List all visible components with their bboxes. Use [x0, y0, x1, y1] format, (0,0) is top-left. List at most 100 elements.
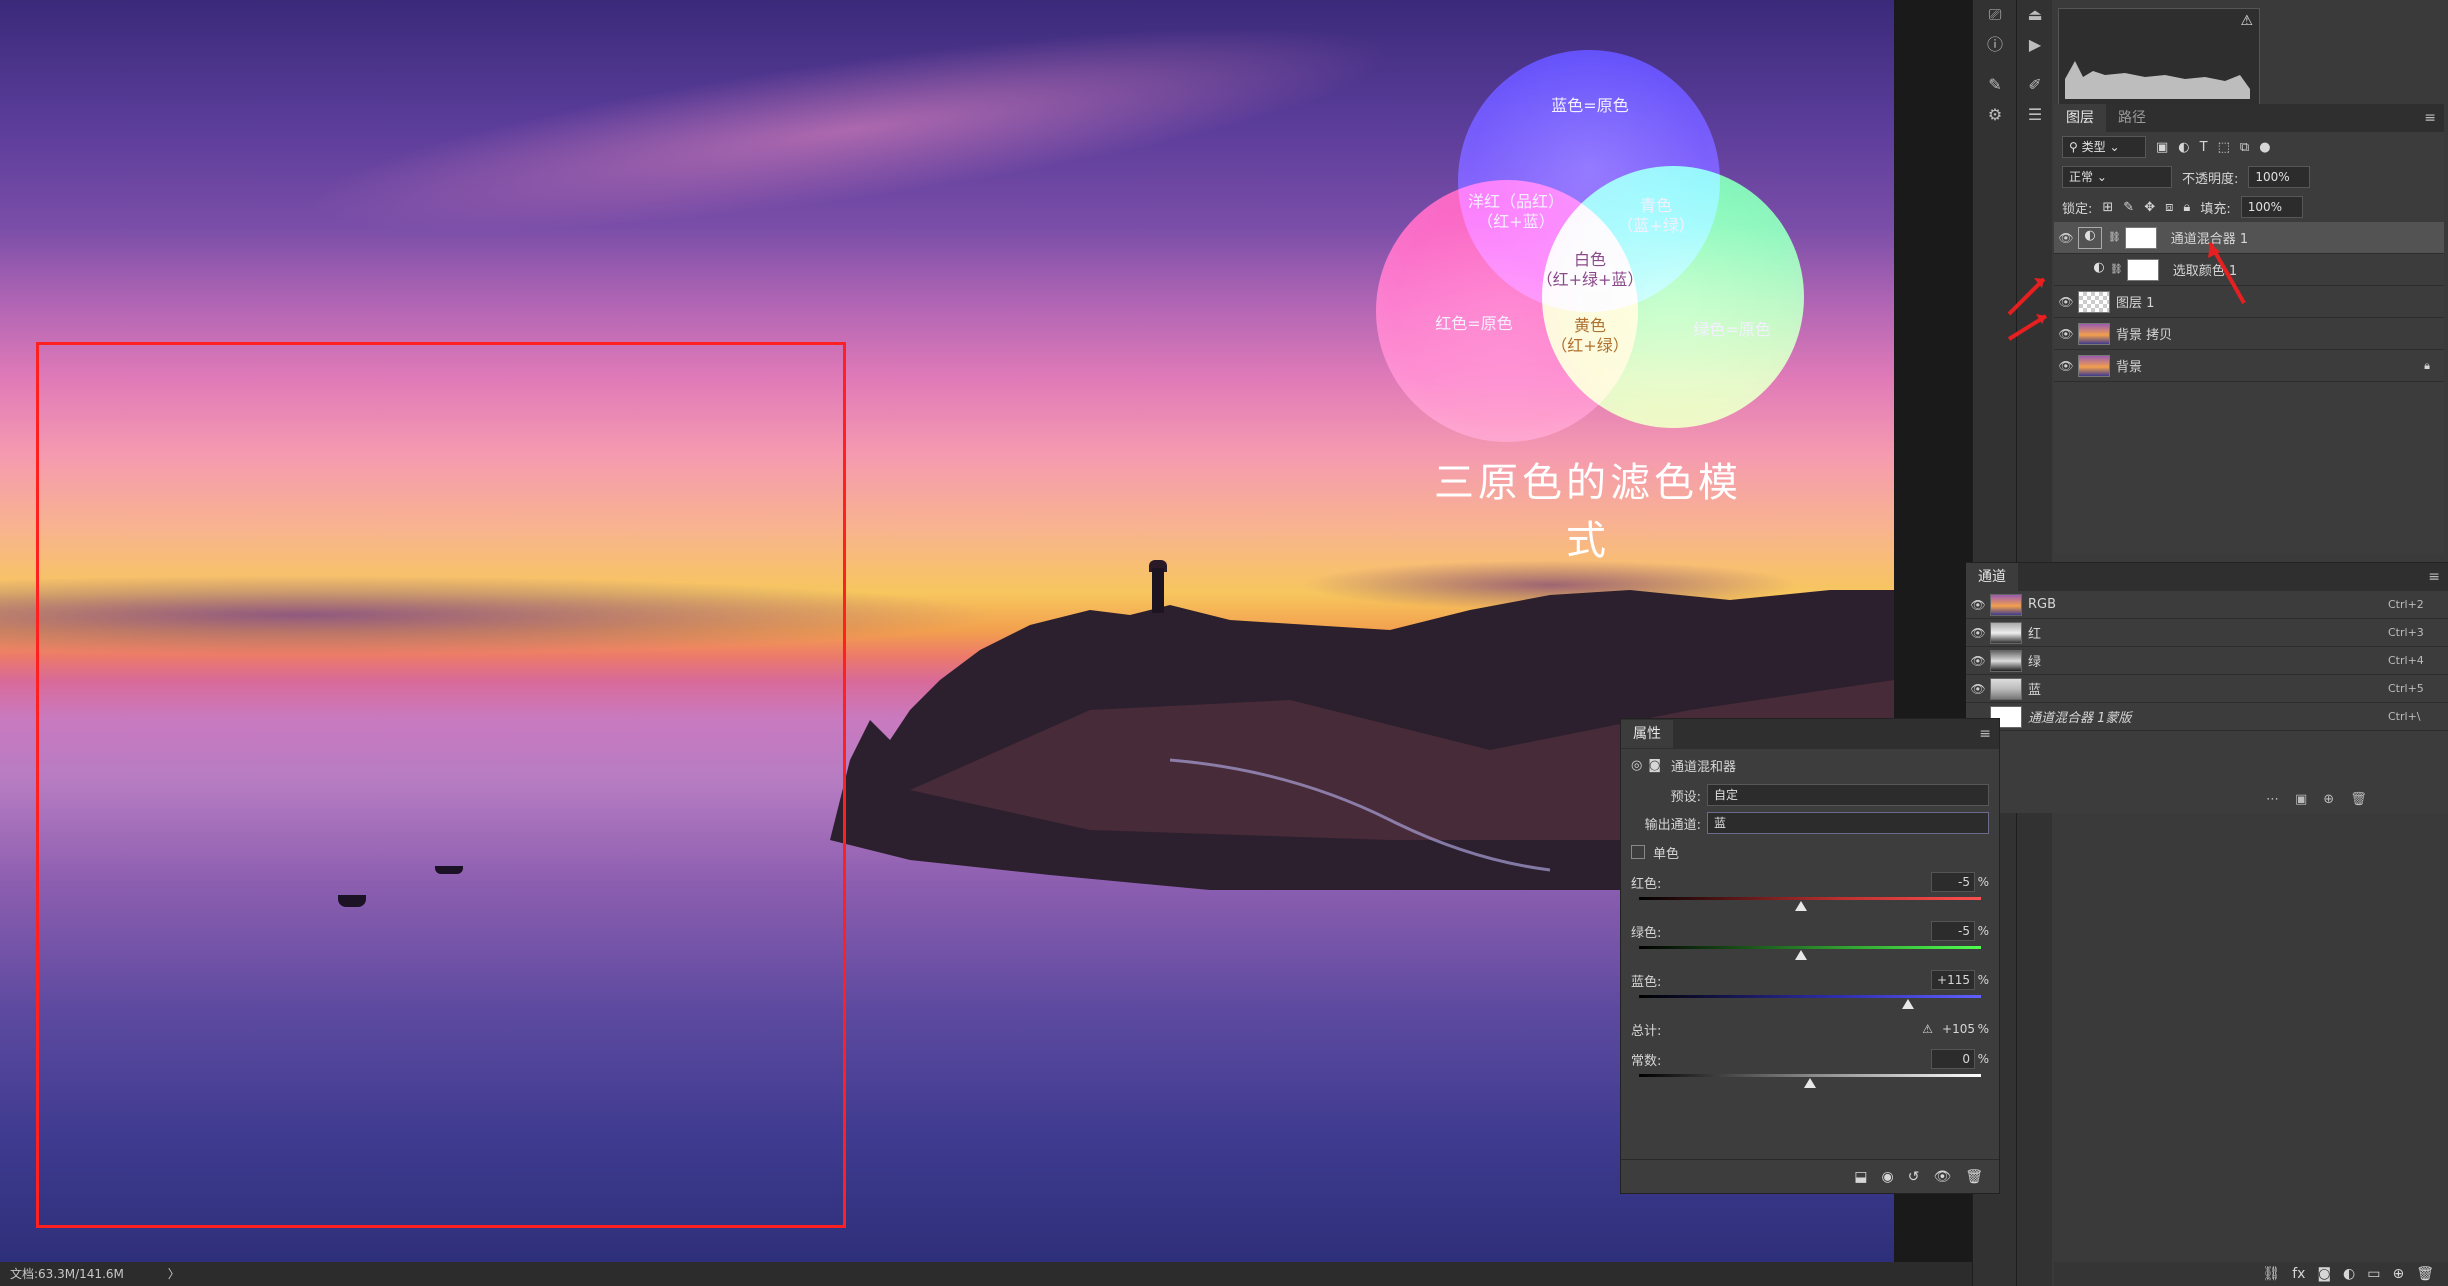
new-group-icon[interactable]: ▭ — [2367, 1266, 2380, 1282]
layers-footer: ⛓ fx ◙ ◐ ▭ ⊕ 🗑︎ — [2054, 1262, 2448, 1286]
red-slider-thumb[interactable] — [1795, 901, 1808, 911]
channel-shortcut: Ctrl+3 — [2388, 626, 2424, 639]
eye-icon[interactable]: 👁︎ — [1966, 626, 1990, 640]
doc-info[interactable]: 文档:63.3M/141.6M — [10, 1267, 124, 1281]
visibility-icon[interactable]: 👁︎ — [1933, 1169, 1951, 1185]
constant-slider-thumb[interactable] — [1804, 1078, 1816, 1088]
blend-row: 正常 ⌄ 不透明度: 100% — [2054, 162, 2444, 192]
brush-icon[interactable]: ✎ — [1973, 70, 2017, 100]
channel-row[interactable]: 通道混合器 1蒙版 Ctrl+\ — [1966, 703, 2448, 731]
reset-icon[interactable]: ↺ — [1908, 1169, 1920, 1185]
clip-to-layer-icon[interactable]: ⬓ — [1854, 1169, 1867, 1185]
lock-icon: 🔒︎ — [2424, 358, 2430, 372]
tab-properties[interactable]: 属性 — [1621, 720, 1673, 748]
constant-row: 常数: 0 % — [1621, 1044, 1999, 1074]
mono-label: 单色 — [1653, 846, 1680, 862]
play-icon[interactable]: ▶ — [2017, 30, 2053, 60]
info-icon[interactable]: ⓘ — [1973, 30, 2017, 60]
blue-slider-thumb[interactable] — [1902, 999, 1915, 1009]
total-value: +105 — [1942, 1022, 1975, 1036]
properties-title: 通道混和器 — [1670, 759, 1736, 775]
panel-menu-icon[interactable]: ≡ — [1979, 726, 1999, 742]
delete-icon[interactable]: 🗑︎ — [1965, 1169, 1983, 1185]
green-input[interactable]: -5 — [1931, 921, 1975, 941]
eye-icon[interactable]: 👁︎ — [1966, 682, 1990, 696]
lock-transparent-icon[interactable]: ⊞ — [2102, 200, 2113, 215]
channel-row[interactable]: 👁︎ 红 Ctrl+3 — [1966, 619, 2448, 647]
save-selection-icon[interactable]: ▣ — [2295, 792, 2307, 807]
new-channel-icon[interactable]: ⊕ — [2323, 792, 2334, 807]
status-arrow-icon[interactable]: 〉 — [168, 1267, 180, 1281]
delete-layer-icon[interactable]: 🗑︎ — [2416, 1266, 2434, 1282]
constant-input[interactable]: 0 — [1931, 1049, 1975, 1069]
channels-tabs: 通道 ≡ — [1966, 563, 2448, 591]
fx-icon[interactable]: fx — [2292, 1266, 2305, 1282]
venn-label-red: 红色=原色 — [1435, 314, 1513, 333]
blue-slider[interactable] — [1639, 995, 1981, 1009]
load-selection-icon[interactable]: ⋯ — [2266, 792, 2279, 807]
filter-toggle-icon[interactable]: ● — [2259, 140, 2270, 155]
lock-paint-icon[interactable]: ✎ — [2123, 200, 2134, 215]
new-layer-icon[interactable]: ⊕ — [2392, 1266, 2404, 1282]
venn-label-white-2: （红+绿+蓝） — [1536, 270, 1644, 289]
blue-input[interactable]: +115 — [1931, 970, 1975, 990]
layer-name[interactable]: 背景 — [2116, 356, 2142, 375]
adjust-icon[interactable]: ⚙ — [1973, 100, 2017, 130]
filter-type-icon[interactable]: T — [2200, 140, 2208, 155]
layer-thumb[interactable] — [2078, 354, 2110, 377]
filter-pixel-icon[interactable]: ▣ — [2156, 140, 2168, 155]
link-layers-icon[interactable]: ⛓ — [2262, 1266, 2280, 1282]
channel-name: RGB — [2028, 597, 2057, 612]
layer-mask-thumb[interactable] — [2126, 258, 2159, 281]
delete-channel-icon[interactable]: 🗑︎ — [2350, 792, 2367, 807]
channel-row[interactable]: 👁︎ 绿 Ctrl+4 — [1966, 647, 2448, 675]
tab-layers[interactable]: 图层 — [2054, 104, 2106, 132]
warning-icon[interactable]: ⚠ — [2240, 13, 2253, 29]
constant-pct-sign: % — [1977, 1052, 1989, 1066]
tab-paths[interactable]: 路径 — [2106, 104, 2158, 132]
venn-label-magenta-2: （红+蓝） — [1477, 212, 1555, 231]
red-input[interactable]: -5 — [1931, 872, 1975, 892]
channel-row[interactable]: 👁︎ 蓝 Ctrl+5 — [1966, 675, 2448, 703]
channel-row[interactable]: 👁︎ RGB Ctrl+2 — [1966, 591, 2448, 619]
red-pct-sign: % — [1977, 875, 1989, 889]
output-channel-label: 输出通道: — [1644, 817, 1701, 833]
lock-artboard-icon[interactable]: ⧈ — [2165, 200, 2173, 215]
opacity-input[interactable]: 100% — [2248, 166, 2311, 188]
eye-icon[interactable]: 👁︎ — [1966, 598, 1990, 612]
filter-smart-icon[interactable]: ⧉ — [2240, 140, 2249, 155]
document-canvas[interactable]: 蓝色=原色 洋红（品红） （红+蓝） 青色 （蓝+绿） 白色 （红+绿+蓝） 红… — [0, 0, 1894, 1262]
layer-name[interactable]: 背景 拷贝 — [2116, 324, 2172, 343]
adjustment-icon[interactable]: ◎ — [1631, 758, 1642, 773]
brush-settings-icon[interactable]: ✐ — [2017, 70, 2053, 100]
panel-menu-icon[interactable]: ≡ — [2424, 110, 2444, 126]
constant-slider[interactable] — [1639, 1074, 1981, 1088]
green-slider-thumb[interactable] — [1795, 950, 1808, 960]
filter-shape-icon[interactable]: ⬚ — [2218, 140, 2230, 155]
green-slider[interactable] — [1639, 946, 1981, 960]
preset-select[interactable]: 自定 — [1707, 784, 1989, 806]
new-adjustment-icon[interactable]: ◐ — [2343, 1266, 2355, 1282]
fill-input[interactable]: 100% — [2240, 196, 2303, 218]
brush-preset-icon[interactable]: ⎚ — [1973, 0, 2017, 30]
add-mask-icon[interactable]: ◙ — [2317, 1266, 2331, 1282]
mask-icon[interactable]: ◙ — [1648, 758, 1661, 773]
red-slider[interactable] — [1639, 897, 1981, 911]
lock-move-icon[interactable]: ✥ — [2144, 200, 2155, 215]
layer-filter-select[interactable]: ⚲ 类型 ⌄ — [2062, 136, 2146, 158]
eye-icon[interactable]: 👁︎ — [2054, 359, 2078, 373]
view-previous-icon[interactable]: ◉ — [1881, 1169, 1893, 1185]
layer-mask-thumb[interactable] — [2124, 226, 2157, 249]
tab-channels[interactable]: 通道 — [1966, 563, 2018, 591]
filter-adjust-icon[interactable]: ◐ — [2178, 140, 2189, 155]
actions-icon[interactable]: ⏏ — [2017, 0, 2053, 30]
layer-row[interactable]: 👁︎ 背景 🔒︎ — [2054, 350, 2444, 382]
blend-mode-select[interactable]: 正常 ⌄ — [2062, 166, 2172, 188]
properties-icon[interactable]: ☰ — [2017, 100, 2053, 130]
mono-checkbox[interactable] — [1631, 845, 1645, 859]
channel-name: 绿 — [2028, 655, 2042, 670]
output-channel-select[interactable]: 蓝 — [1707, 812, 1989, 834]
lock-all-icon[interactable]: 🔒︎ — [2183, 200, 2190, 215]
eye-icon[interactable]: 👁︎ — [1966, 654, 1990, 668]
panel-menu-icon[interactable]: ≡ — [2428, 569, 2448, 585]
